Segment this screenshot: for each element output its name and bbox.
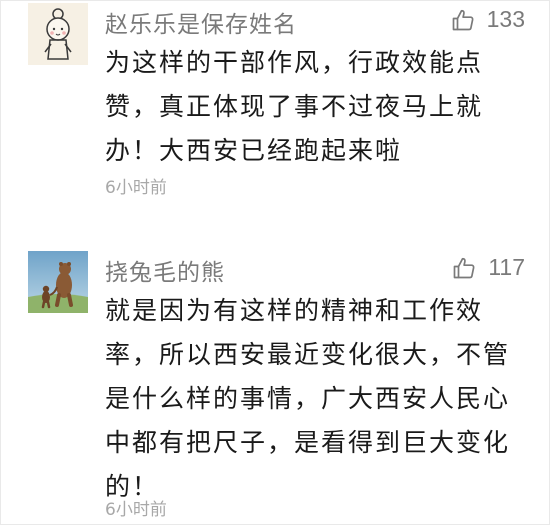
like-button[interactable]: 117 xyxy=(452,254,525,281)
comment-item: 赵乐乐是保存姓名 133 为这样的干部作风，行政效能点赞，真正体现了事不过夜马上… xyxy=(1,1,550,221)
like-count: 133 xyxy=(486,6,525,32)
bears-walking-avatar-icon[interactable] xyxy=(28,251,88,313)
comment-text: 就是因为有这样的精神和工作效率，所以西安最近变化很大，不管是什么样的事情，广大西… xyxy=(105,296,511,501)
like-count: 117 xyxy=(488,254,525,280)
comment-timestamp: 6小时前 xyxy=(105,178,167,198)
thumbs-up-icon xyxy=(453,257,475,278)
comment-username[interactable]: 赵乐乐是保存姓名 xyxy=(105,5,297,39)
comment-item: 挠兔毛的熊 117 就是因为有这样的精神和工作效率，所以西安最近变化很大，不管是… xyxy=(1,239,550,525)
comment-text: 为这样的干部作风，行政效能点赞，真正体现了事不过夜马上就办！大西安已经跑起来啦 xyxy=(105,48,484,165)
girl-doodle-avatar-icon[interactable] xyxy=(28,3,88,65)
comments-page: 赵乐乐是保存姓名 133 为这样的干部作风，行政效能点赞，真正体现了事不过夜马上… xyxy=(0,0,550,525)
comment-timestamp: 6小时前 xyxy=(105,500,167,520)
thumbs-up-icon xyxy=(452,9,474,30)
like-button[interactable]: 133 xyxy=(451,6,525,33)
comment-username[interactable]: 挠兔毛的熊 xyxy=(105,253,225,287)
